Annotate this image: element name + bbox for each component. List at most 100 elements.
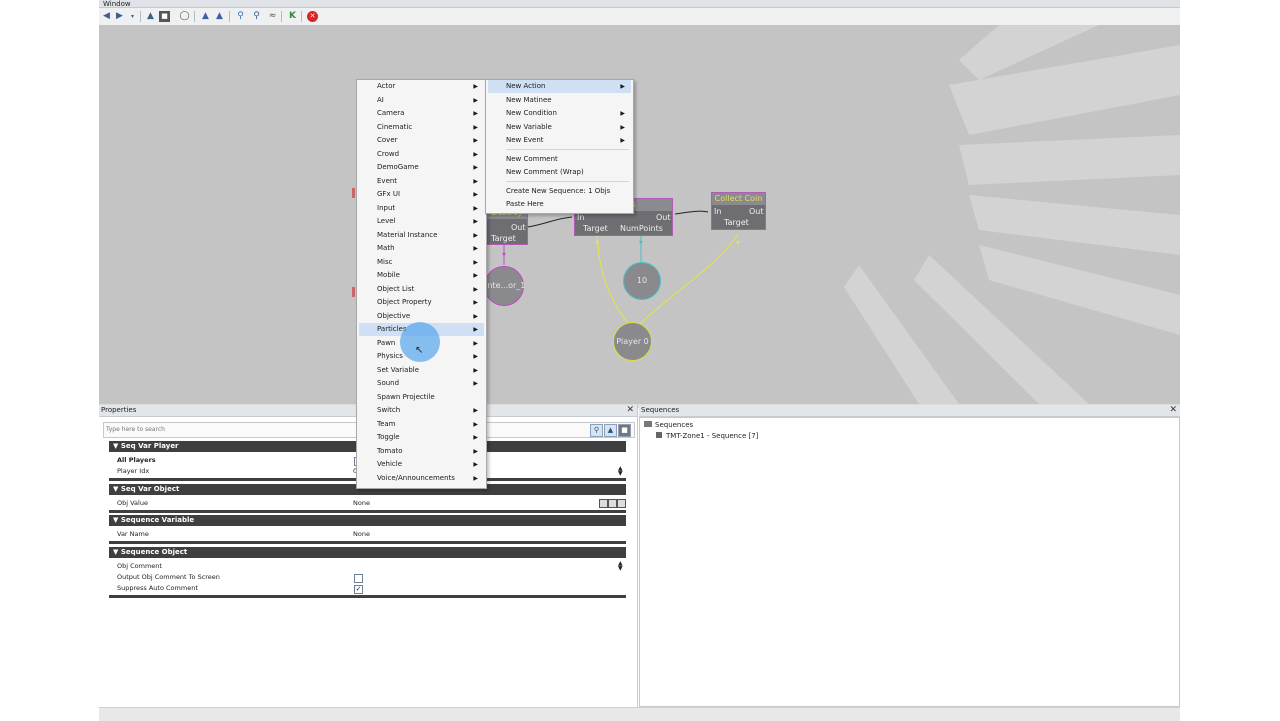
dropdown-icon[interactable]: ▾ [127, 11, 138, 22]
link-icon[interactable]: ⚲ [235, 11, 246, 22]
status-bar [99, 707, 1180, 721]
menu-item-sound[interactable]: Sound ▶ [359, 377, 484, 390]
output-comment-checkbox[interactable] [354, 574, 363, 583]
kismet-icon[interactable]: K [287, 11, 298, 22]
camera-icon[interactable]: ◯ [179, 11, 190, 22]
spinner-icon[interactable]: ▲ ▼ [618, 466, 623, 477]
menu-item-camera[interactable]: Camera ▶ [359, 107, 484, 120]
menu-item-set-variable[interactable]: Set Variable ▶ [359, 364, 484, 377]
menu-item-actor[interactable]: Actor ▶ [359, 80, 484, 93]
menu-item-create-new-sequence[interactable]: Create New Sequence: 1 Objs [488, 185, 631, 198]
menu-item-new-event[interactable]: New Event ▶ [488, 134, 631, 147]
menu-item-tomato[interactable]: Tomato ▶ [359, 445, 484, 458]
menu-item-cinematic[interactable]: Cinematic ▶ [359, 121, 484, 134]
use-selected-icon[interactable] [599, 499, 608, 508]
forward-arrow-icon[interactable]: ▶ [114, 11, 125, 22]
browse-icon[interactable] [608, 499, 617, 508]
close-icon[interactable]: ✕ [1169, 405, 1177, 416]
menu-item-event[interactable]: Event ▶ [359, 175, 484, 188]
back-arrow-icon[interactable]: ◀ [101, 11, 112, 22]
search-node-icon[interactable]: ▲ [200, 11, 211, 22]
menu-item-ai[interactable]: AI ▶ [359, 94, 484, 107]
menu-item-vehicle[interactable]: Vehicle ▶ [359, 458, 484, 471]
stop-icon[interactable]: ✕ [307, 11, 318, 22]
menu-item-new-matinee[interactable]: New Matinee [488, 94, 631, 107]
suppress-auto-comment-checkbox[interactable]: ✓ [354, 585, 363, 594]
points-out-port[interactable]: Out [656, 213, 671, 222]
interp-actor-variable[interactable]: Inte...or_1 [484, 266, 525, 306]
up-arrow-icon[interactable]: ▲ [145, 11, 156, 22]
menu-item-object-list[interactable]: Object List ▶ [359, 283, 484, 296]
tree-root[interactable]: Sequences [644, 420, 693, 430]
property-row[interactable]: Output Obj Comment To Screen [109, 572, 626, 583]
property-label: Suppress Auto Comment [117, 584, 198, 592]
int-variable[interactable]: 10 [623, 262, 661, 300]
points-target-port[interactable]: Target [583, 224, 608, 233]
menu-item-new-condition[interactable]: New Condition ▶ [488, 107, 631, 120]
kismet-canvas[interactable]: Destroy Out Target Points In Out Target … [99, 25, 1180, 404]
tree-root-label: Sequences [655, 421, 694, 429]
points-numpoints-port[interactable]: NumPoints [620, 224, 663, 233]
menu-item-label: Toggle [377, 433, 400, 441]
submenu-arrow-icon: ▶ [473, 447, 478, 455]
menu-item-cover[interactable]: Cover ▶ [359, 134, 484, 147]
menu-item-misc[interactable]: Misc ▶ [359, 256, 484, 269]
menu-item-objective[interactable]: Objective ▶ [359, 310, 484, 323]
property-row[interactable]: Var Name None [109, 529, 626, 540]
menu-item-crowd[interactable]: Crowd ▶ [359, 148, 484, 161]
submenu-arrow-icon: ▶ [473, 366, 478, 374]
collect-coin-out-port[interactable]: Out [749, 207, 764, 216]
menu-item-gfx-ui[interactable]: GFx UI ▶ [359, 188, 484, 201]
property-row[interactable]: Suppress Auto Comment ✓ [109, 583, 626, 594]
submenu-arrow-icon: ▶ [473, 380, 478, 387]
menu-item-label: New Variable [506, 122, 552, 131]
menu-item-spawn-projectile[interactable]: Spawn Projectile [359, 391, 484, 404]
player-variable[interactable]: Player 0 [613, 322, 652, 361]
menu-item-voice-announcements[interactable]: Voice/Announcements ▶ [359, 472, 484, 485]
points-in-port[interactable]: In [577, 213, 584, 222]
category-sequence-object[interactable]: ▼ Sequence Object [109, 547, 626, 558]
menu-item-demogame[interactable]: DemoGame ▶ [359, 161, 484, 174]
collect-coin-in-port[interactable]: In [714, 207, 721, 216]
property-row[interactable]: Obj Comment ▲ ▼ [109, 561, 626, 572]
expand-all-icon[interactable]: ▲ [604, 424, 617, 437]
menu-item-new-action[interactable]: New Action ▶ [488, 80, 631, 93]
menu-item-paste-here[interactable]: Paste Here [488, 198, 631, 211]
menu-item-material-instance[interactable]: Material Instance ▶ [359, 229, 484, 242]
menu-item-label: Object List [377, 284, 415, 293]
menu-item-new-comment[interactable]: New Comment [488, 153, 631, 166]
search-icon[interactable]: ⚲ [590, 424, 603, 437]
property-value[interactable]: None [353, 498, 370, 509]
hierarchy-icon[interactable]: ■ [159, 11, 170, 22]
menu-item-new-variable[interactable]: New Variable ▶ [488, 121, 631, 134]
menu-item-level[interactable]: Level ▶ [359, 215, 484, 228]
wrench-icon[interactable]: ≈ [267, 11, 278, 22]
spinner-icon[interactable]: ▲ ▼ [618, 561, 623, 572]
menu-item-object-property[interactable]: Object Property ▶ [359, 296, 484, 309]
menu-item-switch[interactable]: Switch ▶ [359, 404, 484, 417]
destroy-out-port[interactable]: Out [511, 223, 526, 232]
tree-item[interactable]: TMT-Zone1 - Sequence [7] [656, 431, 758, 441]
menu-item-new-comment-wrap[interactable]: New Comment (Wrap) [488, 166, 631, 179]
close-icon[interactable]: ✕ [626, 405, 634, 416]
destroy-target-port[interactable]: Target [491, 234, 516, 243]
zoom-icon[interactable]: ⚲ [251, 11, 262, 22]
menu-item-math[interactable]: Math ▶ [359, 242, 484, 255]
filter-icon[interactable]: ▲ [214, 11, 225, 22]
submenu-arrow-icon: ▶ [473, 299, 478, 306]
lock-icon[interactable]: ■ [618, 424, 631, 437]
menu-item-input[interactable]: Input ▶ [359, 202, 484, 215]
menu-item-mobile[interactable]: Mobile ▶ [359, 269, 484, 282]
clear-icon[interactable] [617, 499, 626, 508]
category-sequence-variable[interactable]: ▼ Sequence Variable [109, 515, 626, 526]
search-input[interactable] [104, 423, 588, 435]
menu-item-toggle[interactable]: Toggle ▶ [359, 431, 484, 444]
property-row[interactable]: Obj Value None [109, 498, 626, 509]
submenu-arrow-icon: ▶ [473, 339, 478, 347]
menu-item-team[interactable]: Team ▶ [359, 418, 484, 431]
menu-separator [506, 149, 629, 150]
property-value[interactable]: None [353, 529, 370, 540]
collect-coin-target-port[interactable]: Target [724, 218, 749, 227]
submenu-arrow-icon: ▶ [473, 420, 478, 428]
collect-coin-node[interactable]: Collect Coin In Out Target [711, 192, 766, 230]
